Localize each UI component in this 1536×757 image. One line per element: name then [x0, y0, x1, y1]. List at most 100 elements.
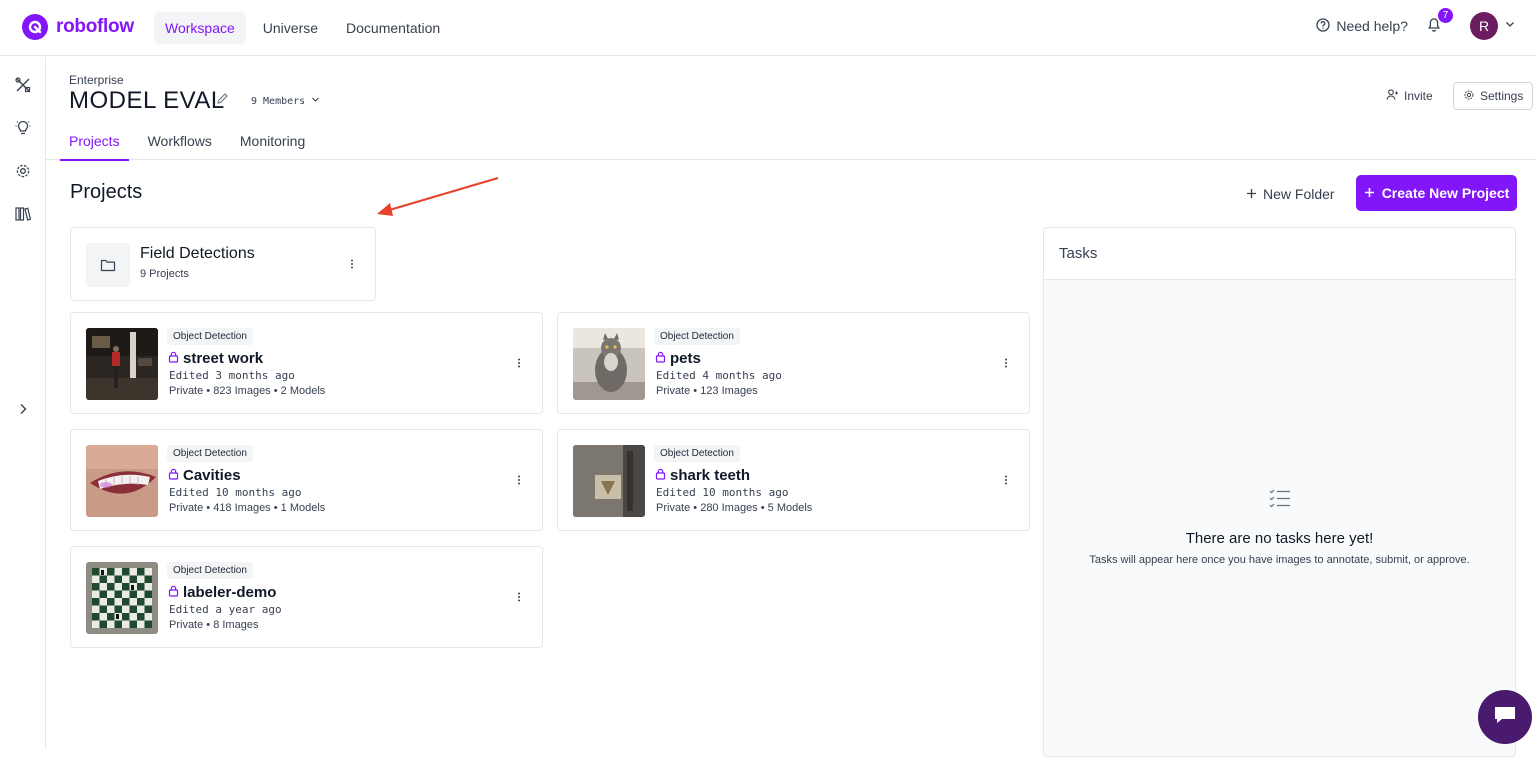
project-type-badge: Object Detection	[654, 328, 740, 345]
avatar: R	[1470, 12, 1498, 40]
notification-count-badge: 7	[1438, 8, 1453, 23]
project-card[interactable]: Object Detection labeler-demo Edited a y…	[70, 546, 543, 648]
members-count: 9 Members	[251, 95, 306, 107]
lock-icon	[168, 467, 179, 484]
chevron-right-icon[interactable]	[11, 397, 35, 421]
tab-workflows[interactable]: Workflows	[139, 129, 221, 161]
kebab-menu-icon[interactable]	[345, 257, 359, 271]
gear-icon[interactable]	[11, 159, 35, 183]
project-edited: Edited 3 months ago	[169, 369, 295, 382]
project-name-text: shark teeth	[670, 467, 751, 484]
folder-project-count: 9 Projects	[140, 268, 189, 280]
kebab-menu-icon[interactable]	[999, 356, 1013, 370]
lock-icon	[655, 467, 666, 484]
chat-widget-button[interactable]	[1478, 690, 1532, 744]
plus-icon	[1246, 186, 1257, 202]
project-type-badge: Object Detection	[654, 445, 740, 462]
top-navbar: roboflow Workspace Universe Documentatio…	[0, 0, 1536, 56]
new-folder-button[interactable]: New Folder	[1240, 182, 1341, 206]
project-edited: Edited 4 months ago	[656, 369, 782, 382]
workspace-name: MODEL EVAL	[69, 87, 225, 114]
project-meta: Private • 823 Images • 2 Models	[169, 385, 326, 397]
roboflow-logo-icon	[22, 14, 48, 40]
folder-card[interactable]: Field Detections 9 Projects	[70, 227, 376, 301]
question-circle-icon	[1316, 17, 1331, 35]
project-meta: Private • 123 Images	[656, 385, 758, 397]
brand-name: roboflow	[56, 16, 134, 37]
project-meta: Private • 8 Images	[169, 619, 259, 631]
project-name[interactable]: Cavities	[168, 467, 241, 484]
notifications-button[interactable]: 7	[1422, 8, 1453, 38]
invite-button[interactable]: Invite	[1386, 88, 1433, 104]
project-card[interactable]: Object Detection pets Edited 4 months ag…	[557, 312, 1030, 414]
workspace-plan: Enterprise	[69, 73, 124, 87]
project-name-text: street work	[183, 350, 264, 367]
plus-icon	[1364, 185, 1375, 201]
tab-monitoring[interactable]: Monitoring	[231, 129, 314, 161]
project-type-badge: Object Detection	[167, 328, 253, 345]
project-edited: Edited 10 months ago	[169, 486, 302, 499]
chat-bubble-icon	[1492, 703, 1518, 732]
tasks-empty-subtitle: Tasks will appear here once you have ima…	[1089, 554, 1470, 566]
annotation-arrow	[370, 170, 505, 225]
tasks-header: Tasks	[1044, 228, 1515, 280]
invite-label: Invite	[1404, 89, 1433, 103]
project-meta: Private • 280 Images • 5 Models	[656, 502, 813, 514]
tab-projects[interactable]: Projects	[60, 129, 129, 161]
project-edited: Edited 10 months ago	[656, 486, 789, 499]
project-name[interactable]: shark teeth	[655, 467, 750, 484]
chevron-down-icon	[1504, 17, 1516, 35]
library-icon[interactable]	[11, 202, 35, 226]
roboflow-logo[interactable]: roboflow	[22, 14, 134, 40]
project-type-badge: Object Detection	[167, 445, 253, 462]
chevron-down-icon	[311, 95, 320, 107]
tasks-empty-title: There are no tasks here yet!	[1185, 530, 1374, 547]
create-new-project-button[interactable]: Create New Project	[1356, 175, 1517, 211]
new-folder-label: New Folder	[1263, 186, 1335, 202]
nav-documentation[interactable]: Documentation	[335, 12, 451, 44]
project-name-text: pets	[670, 350, 701, 367]
top-right-controls: Need help? 7 R	[1316, 8, 1516, 40]
lock-icon	[655, 350, 666, 367]
left-sidebar	[0, 57, 46, 750]
account-menu[interactable]: R	[1460, 12, 1516, 40]
project-card[interactable]: Object Detection street work Edited 3 mo…	[70, 312, 543, 414]
tools-icon[interactable]	[11, 73, 35, 97]
kebab-menu-icon[interactable]	[512, 356, 526, 370]
folder-name: Field Detections	[140, 245, 255, 262]
settings-label: Settings	[1480, 89, 1524, 103]
project-name[interactable]: street work	[168, 350, 263, 367]
folder-icon	[86, 243, 130, 287]
project-card[interactable]: Object Detection shark teeth Edited 10 m…	[557, 429, 1030, 531]
kebab-menu-icon[interactable]	[999, 473, 1013, 487]
lightbulb-icon[interactable]	[11, 116, 35, 140]
members-dropdown[interactable]: 9 Members	[251, 95, 320, 107]
project-name[interactable]: pets	[655, 350, 701, 367]
tasks-panel: Tasks There are no tasks here yet! Tasks…	[1043, 227, 1516, 757]
project-thumbnail	[573, 328, 645, 400]
project-name-text: labeler-demo	[183, 584, 277, 601]
project-thumbnail	[86, 562, 158, 634]
project-type-badge: Object Detection	[167, 562, 253, 579]
project-meta: Private • 418 Images • 1 Models	[169, 502, 326, 514]
project-edited: Edited a year ago	[169, 603, 282, 616]
top-nav: Workspace Universe Documentation	[154, 12, 451, 44]
workspace-tabs: Projects Workflows Monitoring	[60, 129, 324, 161]
kebab-menu-icon[interactable]	[512, 590, 526, 604]
page-title: Projects	[70, 181, 143, 203]
project-thumbnail	[573, 445, 645, 517]
nav-universe[interactable]: Universe	[252, 12, 329, 44]
create-new-project-label: Create New Project	[1381, 185, 1510, 201]
project-name[interactable]: labeler-demo	[168, 584, 276, 601]
help-button[interactable]: Need help?	[1316, 17, 1408, 35]
project-thumbnail	[86, 328, 158, 400]
tasks-title: Tasks	[1059, 245, 1098, 262]
gear-icon	[1463, 89, 1475, 104]
pencil-icon[interactable]	[216, 92, 229, 110]
lock-icon	[168, 350, 179, 367]
kebab-menu-icon[interactable]	[512, 473, 526, 487]
project-card[interactable]: Object Detection Cavities Edited 10 mont…	[70, 429, 543, 531]
nav-workspace[interactable]: Workspace	[154, 12, 246, 44]
project-name-text: Cavities	[183, 467, 241, 484]
settings-button[interactable]: Settings	[1453, 82, 1534, 110]
